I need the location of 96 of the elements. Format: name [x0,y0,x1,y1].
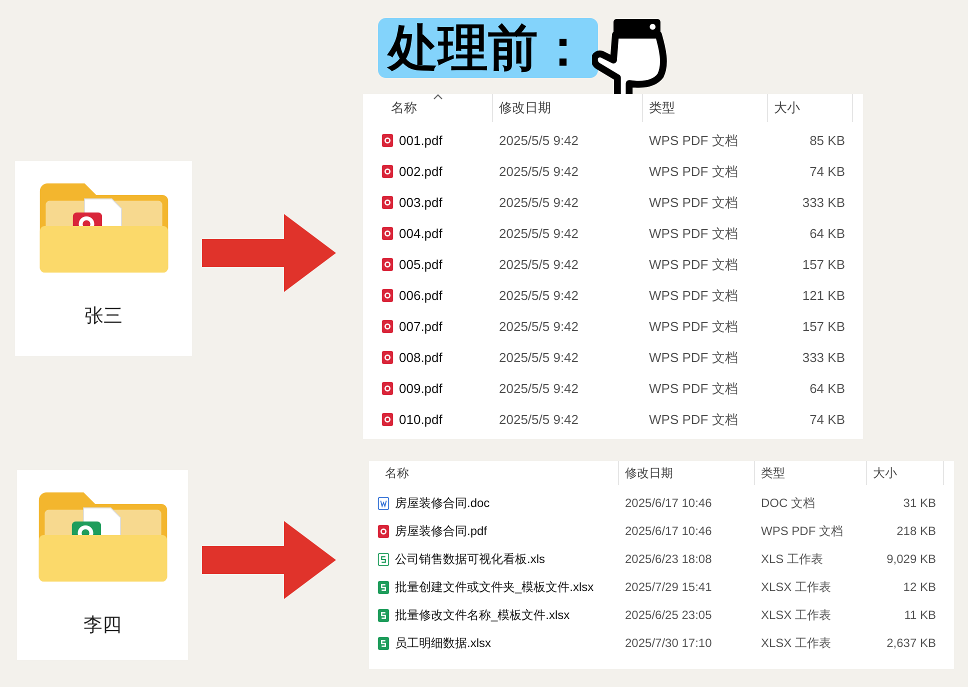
file-type: WPS PDF 文档 [648,226,739,242]
file-type: WPS PDF 文档 [648,380,739,396]
file-icon [381,164,394,179]
file-type: WPS PDF 文档 [648,350,739,366]
modified-date: 2025/5/5 9:42 [498,318,580,334]
file-name[interactable]: 公司销售数据可视化看板.xls [395,551,545,567]
file-name[interactable]: 005.pdf [399,256,442,272]
modified-date: 2025/6/23 18:08 [624,551,713,567]
file-size: 2,637 KB [886,635,937,651]
file-size: 64 KB [808,380,846,396]
file-size: 11 KB [903,607,937,623]
file-name[interactable]: 010.pdf [399,412,442,428]
file-size: 12 KB [902,579,937,595]
arrow-icon [202,521,336,599]
file-icon [377,608,390,622]
modified-date: 2025/6/17 10:46 [624,523,713,539]
modified-date: 2025/5/5 9:42 [498,164,580,180]
file-name[interactable]: 002.pdf [399,164,442,180]
modified-date: 2025/6/17 10:46 [624,495,713,511]
file-name[interactable]: 009.pdf [399,380,442,396]
file-icon [377,580,390,594]
modified-date: 2025/5/5 9:42 [498,132,580,148]
file-icon [381,195,394,210]
modified-date: 2025/5/5 9:42 [498,256,580,272]
file-size: 31 KB [902,495,937,511]
arrow-icon [202,214,336,292]
file-name[interactable]: 001.pdf [399,132,442,148]
file-icon [381,319,394,334]
file-name[interactable]: 004.pdf [399,226,442,242]
modified-date: 2025/5/5 9:42 [498,380,580,396]
file-size: 333 KB [801,350,846,366]
file-type: XLSX 工作表 [760,579,832,595]
file-icon [381,381,394,396]
column-header[interactable]: 名称 [369,461,619,485]
file-size: 157 KB [801,318,846,334]
file-type: DOC 文档 [760,495,816,511]
column-header[interactable]: 修改日期 [493,94,643,122]
file-type: XLS 工作表 [760,551,824,567]
file-size: 121 KB [801,288,846,304]
file-type: WPS PDF 文档 [648,288,739,304]
file-size: 64 KB [808,226,846,242]
folder-card[interactable]: 张三 [15,161,192,356]
file-name[interactable]: 房屋装修合同.doc [395,495,490,511]
heading: 处理前： [378,18,598,78]
file-name[interactable]: 房屋装修合同.pdf [395,523,488,539]
file-icon [381,226,394,241]
folder-card[interactable]: 李四 [17,470,188,660]
file-size: 74 KB [808,412,846,428]
folder-name: 张三 [84,305,122,329]
file-type: WPS PDF 文档 [648,318,739,334]
file-icon [377,552,390,566]
file-size: 9,029 KB [886,551,937,567]
file-size: 74 KB [808,164,846,180]
file-size: 85 KB [808,132,846,148]
file-name[interactable]: 批量创建文件或文件夹_模板文件.xlsx [395,579,594,595]
column-header[interactable]: 类型 [643,94,768,122]
file-icon [377,496,390,510]
modified-date: 2025/5/5 9:42 [498,226,580,242]
modified-date: 2025/6/25 23:05 [624,607,713,623]
file-icon [381,350,394,365]
modified-date: 2025/7/29 15:41 [624,579,713,595]
column-header[interactable]: 修改日期 [619,461,755,485]
column-header[interactable]: 大小 [768,94,853,122]
file-name[interactable]: 003.pdf [399,194,442,210]
file-size: 218 KB [896,523,937,539]
modified-date: 2025/5/5 9:42 [498,412,580,428]
file-type: WPS PDF 文档 [760,523,844,539]
file-type: XLSX 工作表 [760,635,832,651]
file-icon [381,412,394,427]
modified-date: 2025/7/30 17:10 [624,635,713,651]
file-type: WPS PDF 文档 [648,256,739,272]
file-icon [381,257,394,272]
file-type: WPS PDF 文档 [648,132,739,148]
column-header[interactable]: 大小 [867,461,944,485]
file-size: 333 KB [801,194,846,210]
sort-caret-icon [433,94,443,100]
modified-date: 2025/5/5 9:42 [498,288,580,304]
file-name[interactable]: 008.pdf [399,350,442,366]
file-type: WPS PDF 文档 [648,412,739,428]
file-name[interactable]: 批量修改文件名称_模板文件.xlsx [395,607,570,623]
file-type: WPS PDF 文档 [648,194,739,210]
file-icon [381,288,394,303]
file-name[interactable]: 007.pdf [399,318,442,334]
file-icon [377,524,390,538]
modified-date: 2025/5/5 9:42 [498,194,580,210]
folder-name: 李四 [84,614,122,638]
file-type: WPS PDF 文档 [648,164,739,180]
file-name[interactable]: 员工明细数据.xlsx [395,635,491,651]
file-icon [377,636,390,650]
file-type: XLSX 工作表 [760,607,832,623]
column-header[interactable]: 名称 [363,94,493,122]
column-header[interactable]: 类型 [755,461,867,485]
file-size: 157 KB [801,256,846,272]
file-name[interactable]: 006.pdf [399,288,442,304]
modified-date: 2025/5/5 9:42 [498,350,580,366]
file-icon [381,133,394,148]
